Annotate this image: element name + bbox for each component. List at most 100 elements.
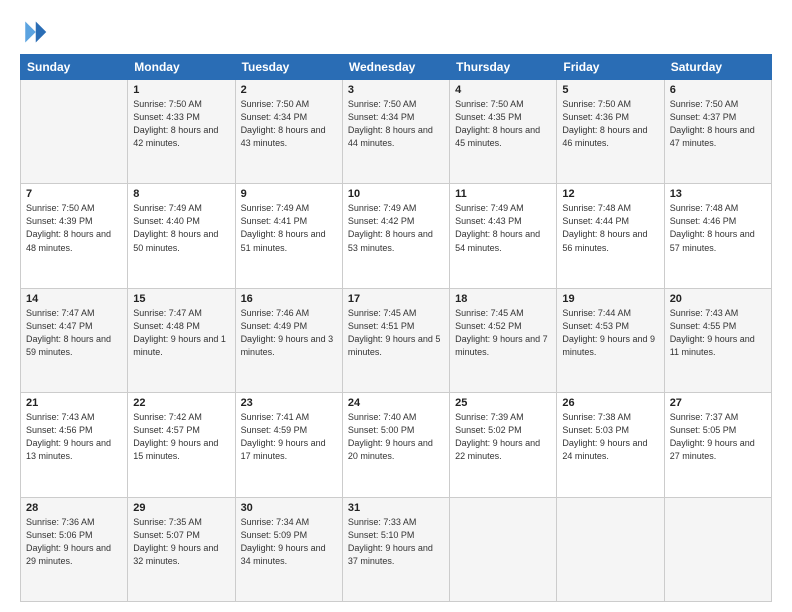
sunset-text: Sunset: 4:53 PM: [562, 320, 658, 333]
sunset-text: Sunset: 4:51 PM: [348, 320, 444, 333]
weekday-header: Tuesday: [235, 55, 342, 80]
sunset-text: Sunset: 4:37 PM: [670, 111, 766, 124]
day-info: Sunrise: 7:43 AM Sunset: 4:56 PM Dayligh…: [26, 411, 122, 463]
day-number: 18: [455, 293, 551, 305]
day-info: Sunrise: 7:37 AM Sunset: 5:05 PM Dayligh…: [670, 411, 766, 463]
day-number: 25: [455, 397, 551, 409]
day-info: Sunrise: 7:47 AM Sunset: 4:47 PM Dayligh…: [26, 307, 122, 359]
sunrise-text: Sunrise: 7:37 AM: [670, 411, 766, 424]
calendar-day-cell: 30 Sunrise: 7:34 AM Sunset: 5:09 PM Dayl…: [235, 497, 342, 601]
day-number: 15: [133, 293, 229, 305]
day-info: Sunrise: 7:45 AM Sunset: 4:52 PM Dayligh…: [455, 307, 551, 359]
sunset-text: Sunset: 4:47 PM: [26, 320, 122, 333]
day-number: 26: [562, 397, 658, 409]
sunrise-text: Sunrise: 7:45 AM: [455, 307, 551, 320]
sunset-text: Sunset: 5:07 PM: [133, 529, 229, 542]
logo: [20, 18, 52, 46]
day-info: Sunrise: 7:45 AM Sunset: 4:51 PM Dayligh…: [348, 307, 444, 359]
daylight-text: Daylight: 9 hours and 29 minutes.: [26, 542, 122, 568]
day-number: 14: [26, 293, 122, 305]
sunrise-text: Sunrise: 7:44 AM: [562, 307, 658, 320]
sunrise-text: Sunrise: 7:50 AM: [562, 98, 658, 111]
daylight-text: Daylight: 8 hours and 48 minutes.: [26, 228, 122, 254]
daylight-text: Daylight: 9 hours and 15 minutes.: [133, 437, 229, 463]
sunrise-text: Sunrise: 7:49 AM: [241, 202, 337, 215]
day-number: 8: [133, 188, 229, 200]
sunrise-text: Sunrise: 7:47 AM: [133, 307, 229, 320]
sunset-text: Sunset: 4:35 PM: [455, 111, 551, 124]
calendar-week-row: 28 Sunrise: 7:36 AM Sunset: 5:06 PM Dayl…: [21, 497, 772, 601]
day-number: 28: [26, 502, 122, 514]
sunset-text: Sunset: 5:06 PM: [26, 529, 122, 542]
calendar-day-cell: 17 Sunrise: 7:45 AM Sunset: 4:51 PM Dayl…: [342, 288, 449, 392]
calendar-day-cell: 16 Sunrise: 7:46 AM Sunset: 4:49 PM Dayl…: [235, 288, 342, 392]
sunset-text: Sunset: 4:57 PM: [133, 424, 229, 437]
day-info: Sunrise: 7:41 AM Sunset: 4:59 PM Dayligh…: [241, 411, 337, 463]
sunset-text: Sunset: 5:02 PM: [455, 424, 551, 437]
sunrise-text: Sunrise: 7:43 AM: [26, 411, 122, 424]
sunrise-text: Sunrise: 7:38 AM: [562, 411, 658, 424]
sunset-text: Sunset: 4:41 PM: [241, 215, 337, 228]
sunset-text: Sunset: 4:34 PM: [241, 111, 337, 124]
calendar-day-cell: 22 Sunrise: 7:42 AM Sunset: 4:57 PM Dayl…: [128, 393, 235, 497]
calendar-day-cell: 7 Sunrise: 7:50 AM Sunset: 4:39 PM Dayli…: [21, 184, 128, 288]
day-info: Sunrise: 7:43 AM Sunset: 4:55 PM Dayligh…: [670, 307, 766, 359]
daylight-text: Daylight: 9 hours and 24 minutes.: [562, 437, 658, 463]
day-info: Sunrise: 7:48 AM Sunset: 4:44 PM Dayligh…: [562, 202, 658, 254]
sunrise-text: Sunrise: 7:50 AM: [133, 98, 229, 111]
sunrise-text: Sunrise: 7:39 AM: [455, 411, 551, 424]
sunset-text: Sunset: 4:59 PM: [241, 424, 337, 437]
day-number: 24: [348, 397, 444, 409]
sunset-text: Sunset: 4:55 PM: [670, 320, 766, 333]
sunrise-text: Sunrise: 7:40 AM: [348, 411, 444, 424]
day-info: Sunrise: 7:50 AM Sunset: 4:37 PM Dayligh…: [670, 98, 766, 150]
day-info: Sunrise: 7:50 AM Sunset: 4:34 PM Dayligh…: [241, 98, 337, 150]
weekday-header: Wednesday: [342, 55, 449, 80]
day-info: Sunrise: 7:40 AM Sunset: 5:00 PM Dayligh…: [348, 411, 444, 463]
weekday-header: Friday: [557, 55, 664, 80]
day-info: Sunrise: 7:47 AM Sunset: 4:48 PM Dayligh…: [133, 307, 229, 359]
calendar-day-cell: 31 Sunrise: 7:33 AM Sunset: 5:10 PM Dayl…: [342, 497, 449, 601]
calendar-week-row: 7 Sunrise: 7:50 AM Sunset: 4:39 PM Dayli…: [21, 184, 772, 288]
day-number: 1: [133, 84, 229, 96]
sunset-text: Sunset: 5:03 PM: [562, 424, 658, 437]
day-number: 5: [562, 84, 658, 96]
calendar-day-cell: 27 Sunrise: 7:37 AM Sunset: 5:05 PM Dayl…: [664, 393, 771, 497]
daylight-text: Daylight: 8 hours and 44 minutes.: [348, 124, 444, 150]
daylight-text: Daylight: 8 hours and 47 minutes.: [670, 124, 766, 150]
day-info: Sunrise: 7:35 AM Sunset: 5:07 PM Dayligh…: [133, 516, 229, 568]
calendar-day-cell: 29 Sunrise: 7:35 AM Sunset: 5:07 PM Dayl…: [128, 497, 235, 601]
day-info: Sunrise: 7:49 AM Sunset: 4:40 PM Dayligh…: [133, 202, 229, 254]
day-info: Sunrise: 7:46 AM Sunset: 4:49 PM Dayligh…: [241, 307, 337, 359]
daylight-text: Daylight: 8 hours and 42 minutes.: [133, 124, 229, 150]
calendar-day-cell: 14 Sunrise: 7:47 AM Sunset: 4:47 PM Dayl…: [21, 288, 128, 392]
weekday-header: Saturday: [664, 55, 771, 80]
day-number: 6: [670, 84, 766, 96]
sunset-text: Sunset: 5:00 PM: [348, 424, 444, 437]
calendar-table: SundayMondayTuesdayWednesdayThursdayFrid…: [20, 54, 772, 602]
daylight-text: Daylight: 8 hours and 59 minutes.: [26, 333, 122, 359]
sunset-text: Sunset: 4:49 PM: [241, 320, 337, 333]
sunrise-text: Sunrise: 7:36 AM: [26, 516, 122, 529]
day-info: Sunrise: 7:34 AM Sunset: 5:09 PM Dayligh…: [241, 516, 337, 568]
header: [20, 18, 772, 46]
sunset-text: Sunset: 5:05 PM: [670, 424, 766, 437]
sunrise-text: Sunrise: 7:42 AM: [133, 411, 229, 424]
day-number: 30: [241, 502, 337, 514]
sunrise-text: Sunrise: 7:48 AM: [670, 202, 766, 215]
calendar-day-cell: 10 Sunrise: 7:49 AM Sunset: 4:42 PM Dayl…: [342, 184, 449, 288]
daylight-text: Daylight: 8 hours and 43 minutes.: [241, 124, 337, 150]
day-info: Sunrise: 7:50 AM Sunset: 4:34 PM Dayligh…: [348, 98, 444, 150]
day-info: Sunrise: 7:38 AM Sunset: 5:03 PM Dayligh…: [562, 411, 658, 463]
calendar-day-cell: [450, 497, 557, 601]
sunrise-text: Sunrise: 7:43 AM: [670, 307, 766, 320]
calendar-day-cell: 21 Sunrise: 7:43 AM Sunset: 4:56 PM Dayl…: [21, 393, 128, 497]
day-info: Sunrise: 7:49 AM Sunset: 4:42 PM Dayligh…: [348, 202, 444, 254]
weekday-header: Monday: [128, 55, 235, 80]
day-number: 27: [670, 397, 766, 409]
day-number: 3: [348, 84, 444, 96]
daylight-text: Daylight: 9 hours and 32 minutes.: [133, 542, 229, 568]
daylight-text: Daylight: 8 hours and 46 minutes.: [562, 124, 658, 150]
weekday-header: Thursday: [450, 55, 557, 80]
day-info: Sunrise: 7:48 AM Sunset: 4:46 PM Dayligh…: [670, 202, 766, 254]
